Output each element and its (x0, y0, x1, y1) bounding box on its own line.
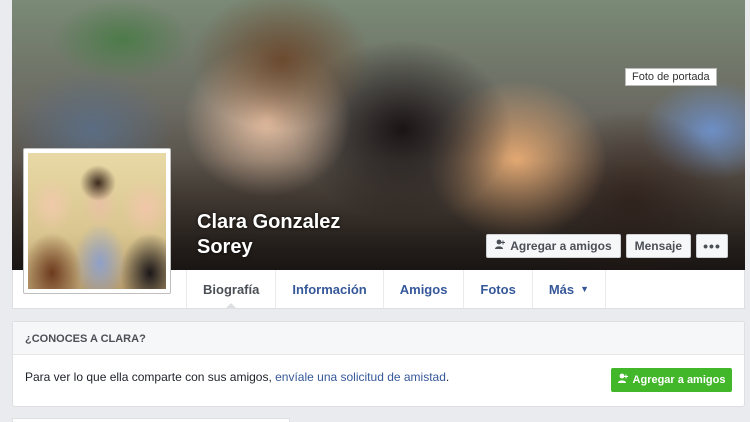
more-options-button[interactable]: ••• (696, 234, 728, 258)
send-request-link[interactable]: envíale una solicitud de amistad (275, 370, 446, 384)
cover-photo-tooltip: Foto de portada (625, 68, 717, 86)
message-label: Mensaje (634, 239, 682, 253)
tab-label: Más (548, 281, 575, 297)
card-message: Para ver lo que ella comparte con sus am… (25, 370, 449, 384)
more-dots-icon: ••• (703, 238, 721, 254)
tab-informacion[interactable]: Información (276, 270, 384, 308)
next-card-edge (12, 418, 290, 422)
profile-name-line-2[interactable]: Sorey (197, 235, 397, 260)
card-add-friend-label: Agregar a amigos (632, 374, 726, 386)
caret-down-icon: ▼ (580, 284, 590, 294)
add-friend-label: Agregar a amigos (510, 239, 612, 253)
tab-fotos[interactable]: Fotos (464, 270, 533, 308)
card-add-friend-button[interactable]: Agregar a amigos (611, 368, 732, 392)
card-text-suffix: . (445, 370, 450, 384)
tab-label: Información (292, 281, 367, 297)
card-title: ¿CONOCES A CLARA? (13, 322, 744, 355)
tab-label: Amigos (399, 281, 448, 297)
message-button[interactable]: Mensaje (625, 234, 691, 258)
profile-name-line-1[interactable]: Clara Gonzalez (197, 210, 397, 235)
profile-name[interactable]: Clara Gonzalez Sorey (197, 210, 397, 260)
know-person-card: ¿CONOCES A CLARA? Para ver lo que ella c… (12, 321, 745, 407)
add-friend-button[interactable]: Agregar a amigos (486, 234, 621, 258)
card-text-prefix: Para ver lo que ella comparte con sus am… (25, 370, 276, 384)
person-plus-icon (617, 373, 628, 387)
profile-photo-image (28, 153, 166, 289)
profile-picture[interactable] (23, 148, 171, 294)
tab-mas[interactable]: Más ▼ (533, 270, 607, 308)
tab-label: Biografía (203, 281, 260, 297)
tab-label: Fotos (480, 281, 516, 297)
tab-amigos[interactable]: Amigos (384, 270, 465, 308)
card-body: Para ver lo que ella comparte con sus am… (13, 355, 744, 407)
profile-tabs: Biografía Información Amigos Fotos Más ▼ (186, 270, 607, 309)
tab-biografia[interactable]: Biografía (186, 270, 277, 309)
person-plus-icon (495, 239, 506, 253)
cover-actions: Agregar a amigos Mensaje ••• (486, 234, 728, 258)
